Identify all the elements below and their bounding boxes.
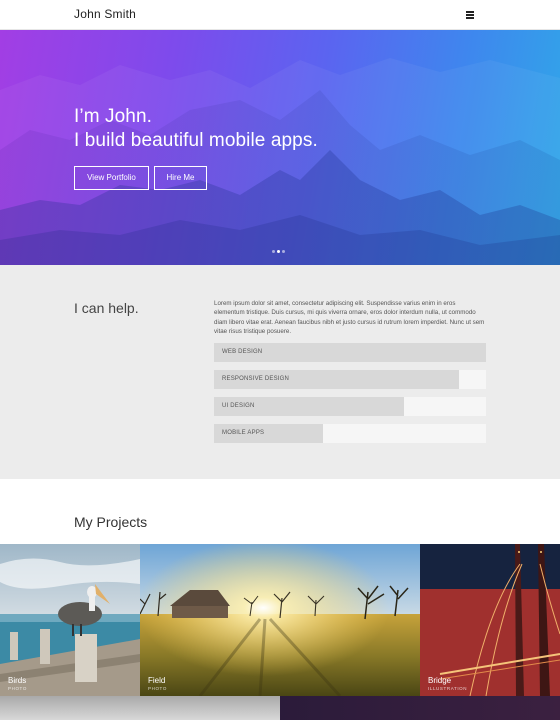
project-name: Field	[148, 676, 166, 685]
project-tile-bridge[interactable]: Bridge ILLUSTRATION	[420, 544, 560, 696]
project-category: ILLUSTRATION	[428, 686, 468, 691]
hire-me-button[interactable]: Hire Me	[154, 166, 207, 190]
carousel-dot[interactable]	[277, 250, 280, 253]
skill-bar-mobile-apps: MOBILE APPS	[214, 424, 486, 443]
site-header: John Smith	[0, 0, 560, 30]
hero-banner: I’m John. I build beautiful mobile apps.…	[0, 30, 560, 265]
services-heading: I can help.	[74, 300, 139, 316]
project-tile-birds[interactable]: Birds PHOTO	[0, 544, 140, 696]
hero-heading-line-1: I’m John.	[74, 106, 152, 127]
hero-heading-line-2: I build beautiful mobile apps.	[74, 130, 318, 151]
project-category: PHOTO	[148, 686, 167, 691]
site-brand[interactable]: John Smith	[74, 7, 136, 21]
project-tile-next-2[interactable]	[280, 696, 560, 720]
project-tile-field[interactable]: Field PHOTO	[140, 544, 420, 696]
skill-bar-responsive-design: RESPONSIVE DESIGN	[214, 370, 486, 389]
project-category: PHOTO	[8, 686, 27, 691]
project-tile-next-1[interactable]	[0, 696, 280, 720]
skill-label: WEB DESIGN	[222, 349, 263, 355]
bridge-photo	[420, 544, 560, 696]
view-portfolio-button[interactable]: View Portfolio	[74, 166, 149, 190]
project-name: Birds	[8, 676, 27, 685]
skill-label: RESPONSIVE DESIGN	[222, 376, 290, 382]
skill-bar-ui-design: UI DESIGN	[214, 397, 486, 416]
skill-label: MOBILE APPS	[222, 430, 265, 436]
hero-heading: I’m John. I build beautiful mobile apps.	[74, 105, 318, 153]
carousel-dot[interactable]	[272, 250, 275, 253]
field-photo	[140, 544, 420, 696]
skill-bar-web-design: WEB DESIGN	[214, 343, 486, 362]
hamburger-menu-icon[interactable]	[464, 8, 478, 22]
services-section: I can help. Lorem ipsum dolor sit amet, …	[0, 265, 560, 479]
project-name: Bridge	[428, 676, 452, 685]
services-description: Lorem ipsum dolor sit amet, consectetur …	[214, 300, 485, 335]
skill-label: UI DESIGN	[222, 403, 255, 409]
projects-heading: My Projects	[74, 514, 148, 530]
pelican-photo	[0, 544, 140, 696]
carousel-dot[interactable]	[282, 250, 285, 253]
